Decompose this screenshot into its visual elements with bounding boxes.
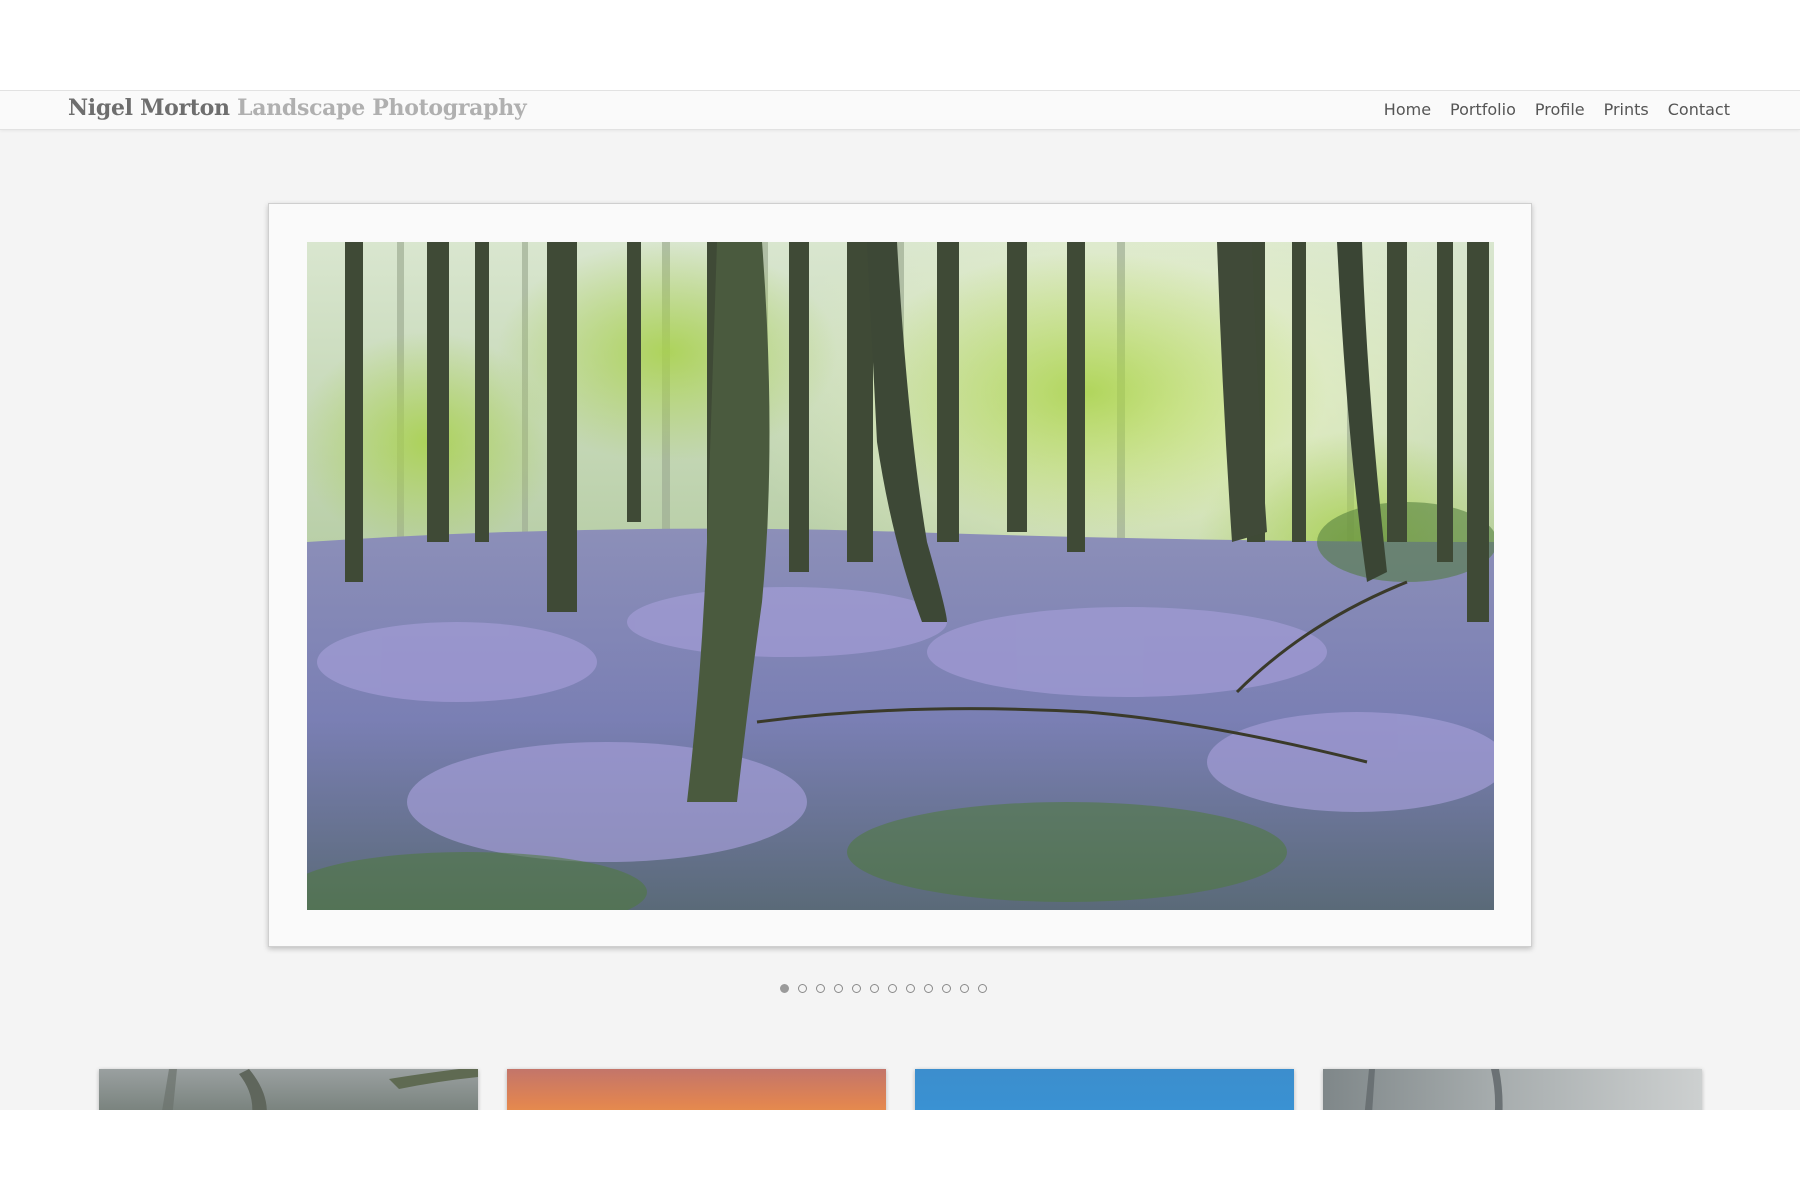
brand-name: Nigel Morton — [68, 95, 230, 121]
slide-dot-9[interactable] — [924, 984, 933, 993]
misty-trees-thumbnail[interactable] — [1323, 1069, 1702, 1110]
slide-dot-6[interactable] — [870, 984, 879, 993]
nav-prints-link[interactable]: Prints — [1604, 100, 1649, 119]
slide-pagination — [780, 984, 987, 993]
slide-dot-4[interactable] — [834, 984, 843, 993]
bluebell-woodland-photo[interactable] — [307, 242, 1494, 910]
slide-dot-10[interactable] — [942, 984, 951, 993]
nav-profile-link[interactable]: Profile — [1535, 100, 1585, 119]
sunset-sky-thumbnail[interactable] — [507, 1069, 886, 1110]
main-nav: Home Portfolio Profile Prints Contact — [1384, 100, 1730, 119]
site-logo[interactable]: Nigel Morton Landscape Photography — [68, 95, 527, 121]
slide-dot-8[interactable] — [906, 984, 915, 993]
blue-sky-thumbnail[interactable] — [915, 1069, 1294, 1110]
slide-dot-11[interactable] — [960, 984, 969, 993]
website-viewport: Nigel Morton Landscape Photography Home … — [0, 90, 1800, 1110]
slide-dot-12[interactable] — [978, 984, 987, 993]
slideshow-frame — [268, 203, 1532, 947]
misty-woodland-thumbnail[interactable] — [99, 1069, 478, 1110]
nav-home-link[interactable]: Home — [1384, 100, 1431, 119]
nav-contact-link[interactable]: Contact — [1668, 100, 1730, 119]
nav-portfolio-link[interactable]: Portfolio — [1450, 100, 1516, 119]
slide-dot-7[interactable] — [888, 984, 897, 993]
brand-tagline: Landscape Photography — [237, 95, 527, 121]
site-header: Nigel Morton Landscape Photography Home … — [0, 90, 1800, 130]
slide-dot-2[interactable] — [798, 984, 807, 993]
slide-dot-1[interactable] — [780, 984, 789, 993]
slide-dot-3[interactable] — [816, 984, 825, 993]
slide-dot-5[interactable] — [852, 984, 861, 993]
